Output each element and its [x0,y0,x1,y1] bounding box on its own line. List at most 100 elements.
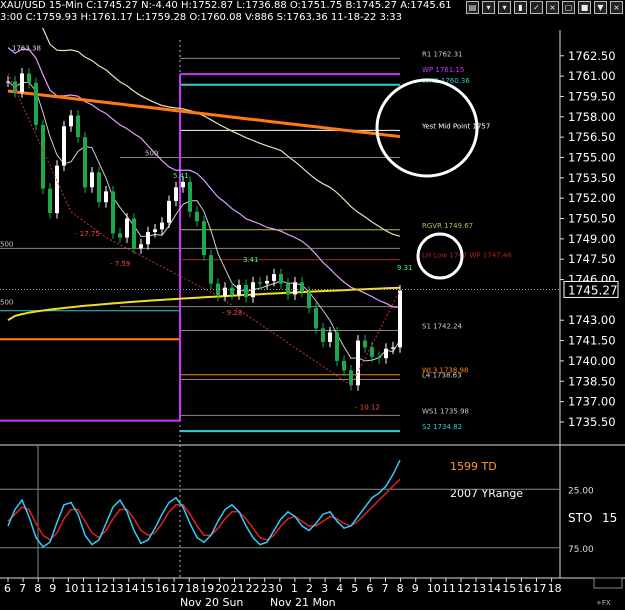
previous-bar-summary: 3:00 C:1759.93 H:1761.17 L:1759.28 O:176… [0,12,402,23]
time-tick-label: 22 [246,582,260,595]
time-tick-label: 16 [517,582,531,595]
candle-body [153,229,157,233]
candle-body [34,82,38,125]
time-tick-label: 17 [170,582,184,595]
candle-body [384,348,388,359]
candle-body [62,126,66,166]
time-tick-label: 16 [155,582,169,595]
candle-body [174,187,178,201]
level-label: RGVR 1749.67 [422,222,473,230]
candle-body [111,191,115,234]
price-tick-label: 1756.50 [568,130,616,144]
time-tick-label: 13 [472,582,486,595]
price-tick-label: 1759.50 [568,89,616,103]
candle-body [41,124,45,189]
time-tick-label: 2 [306,582,313,595]
time-tick-label: 18 [548,582,562,595]
time-tick-label: 13 [110,582,124,595]
time-tick-label: 10 [64,582,78,595]
candle-body [202,221,206,256]
price-tick-label: 1735.50 [568,415,616,429]
price-tick-label: 1741.50 [568,334,616,348]
time-tick-label: 19 [200,582,214,595]
date-label: Nov 21 Mon [270,596,336,609]
td-label: 1599 TD [450,460,497,473]
time-tick-label: 12 [457,582,471,595]
candle-body [391,347,395,349]
down-icon[interactable]: ▼ [594,1,607,14]
candle-body [342,360,346,371]
candle-body [244,284,248,298]
price-tick-label: 1762.50 [568,49,616,63]
time-tick-label: 17 [533,582,547,595]
window-icon[interactable]: ▢ [562,1,575,14]
candle-body [69,115,73,127]
candle-body [125,218,129,238]
candle-body [195,211,199,222]
box-icon[interactable]: ■ [578,1,591,14]
pin-icon-2[interactable]: ▾ [498,1,511,14]
candle-body [356,340,360,386]
price-tick-label: 1743.00 [568,313,616,327]
chart-header: XAU/USD 15-Min C:1745.27 N:-4.40 H:1752.… [0,0,625,28]
stoch-d-line [7,478,401,541]
candle-body [258,282,262,284]
level-label: S2 1734.82 [422,423,462,431]
price-tick-label: 1761.00 [568,69,616,83]
time-tick-label: 15 [502,582,516,595]
stoch-level-label: 25.00 [568,486,594,496]
time-tick-label: 6 [366,582,373,595]
candle-body [104,191,108,203]
time-tick-label: 11 [442,582,456,595]
zigzag-annotation: 9.31 [397,264,413,272]
stoch-value: 15 [602,511,617,525]
price-tick-label: 1737.00 [568,395,616,409]
orange-ma-line [7,89,401,139]
candle-body [293,282,297,295]
candle-body [272,274,276,281]
candle-body [20,73,24,93]
time-tick-label: 8 [397,582,404,595]
zigzag-annotation: 3.41 [243,256,259,264]
candle-body [335,332,339,361]
close-icon[interactable]: × [546,1,559,14]
candle-body [27,73,31,83]
level-label: WP 1761.15 [422,66,464,74]
zigzag-annotation: - 17.75 [75,230,100,238]
price-tick-label: 1750.50 [568,212,616,226]
sma-mid-line [7,47,401,309]
pin-icon[interactable]: ▾ [482,1,495,14]
bar-icon[interactable]: ▮ [514,1,527,14]
candle-body [314,308,318,329]
price-chart[interactable]: R1 1762.31WP 1761.15WH3 1760.36Yest Mid … [0,0,625,610]
candle-body [377,356,381,359]
time-tick-label: 5 [351,582,358,595]
level-label: 500 [145,149,158,157]
close-icon-2[interactable]: × [610,1,623,14]
time-tick-label: 12 [95,582,109,595]
time-tick-label: 15 [140,582,154,595]
candle-body [265,280,269,284]
candle-body [118,233,122,238]
candle-body [48,188,52,214]
price-tick-label: 1753.50 [568,171,616,185]
candle-body [223,287,227,296]
candle-body [97,172,101,203]
chart-icon[interactable]: ▤ [466,1,479,14]
zigzag-annotation: 1763.38 [12,44,41,52]
time-tick-label: 18 [185,582,199,595]
stoch-k-line [7,459,401,548]
scroll-control [593,577,623,589]
candle-body [6,81,10,83]
stoch-level-label: 75.00 [568,545,594,555]
quote-summary: XAU/USD 15-Min C:1745.27 N:-4.40 H:1752.… [0,0,452,11]
stoch-label: STO [568,511,592,525]
candle-body [160,222,164,230]
candle-body [139,244,143,249]
time-tick-label: 4 [336,582,343,595]
level-label: S1 1742.24 [422,323,463,331]
level-label: WS1 1735.98 [422,407,469,415]
price-tick-label: 1747.50 [568,252,616,266]
check-icon[interactable]: ✓ [530,1,543,14]
level-label: 500 [0,240,13,248]
